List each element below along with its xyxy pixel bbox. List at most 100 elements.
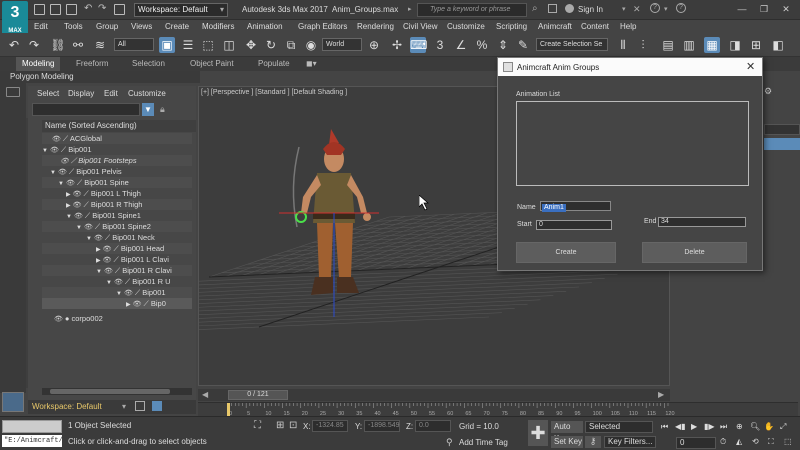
chevron-down-icon[interactable]: ▼	[106, 280, 112, 286]
chevron-right-icon[interactable]: ▶	[96, 247, 101, 253]
lock-icon[interactable]: 🔒︎	[160, 104, 165, 115]
auto-key-button[interactable]: Auto Key	[551, 421, 583, 443]
dialog-titlebar[interactable]: Animcraft Anim Groups ✕	[498, 58, 762, 76]
link-icon[interactable]: ⛓	[50, 37, 66, 53]
create-button[interactable]: Create	[516, 242, 616, 263]
tree-row[interactable]: ▶ 👁︎ ⟋ Bip0	[42, 298, 192, 309]
chevron-right-icon[interactable]: ▶	[96, 258, 101, 264]
chevron-down-icon[interactable]: ▼	[116, 291, 122, 297]
goto-end-icon[interactable]: ⏭	[720, 422, 727, 432]
menu-animation[interactable]: Animation	[247, 22, 283, 31]
time-slider[interactable]: ◀ 0 / 121 ▶	[198, 389, 670, 401]
close-icon[interactable]: ✕	[746, 60, 755, 73]
tab-selection[interactable]: Selection	[132, 59, 165, 68]
rect-selection-icon[interactable]: ⬚	[200, 37, 216, 53]
set-key-button[interactable]: Set Key	[551, 436, 583, 448]
rotate-icon[interactable]: ↻	[263, 37, 279, 53]
eye-icon[interactable]: 👁︎	[84, 224, 93, 231]
viewport-thumbnail[interactable]	[2, 392, 24, 412]
explorer-menu-customize[interactable]: Customize	[128, 89, 166, 98]
eye-icon[interactable]: 👁︎	[73, 202, 82, 209]
delete-button[interactable]: Delete	[642, 242, 747, 263]
maximize-button[interactable]: ❐	[756, 2, 772, 16]
undo-icon[interactable]: ↶	[84, 4, 95, 15]
next-key-icon[interactable]: ▮▶	[704, 422, 715, 431]
time-tag-icon[interactable]: ⚲	[446, 437, 453, 448]
eye-icon[interactable]: 👁︎	[58, 169, 67, 176]
tree-row[interactable]: ▼ 👁︎ ⟋ Bip001 Spine	[42, 177, 192, 188]
tree-row[interactable]: ▼ 👁︎ ⟋ Bip001 Spine1	[42, 210, 192, 221]
toggle-scene-explorer-icon[interactable]: ▤	[660, 37, 676, 53]
zoom-icon[interactable]: 🔍︎	[750, 422, 760, 431]
tree-row[interactable]: ▼ 👁︎ ⟋ Bip001 Spine2	[42, 221, 192, 232]
menu-content[interactable]: Content	[581, 22, 609, 31]
chevron-down-icon[interactable]: ▼	[76, 225, 82, 231]
key-icon[interactable]: ⚷	[585, 436, 601, 448]
open-folder-icon[interactable]	[50, 4, 61, 15]
chevron-down-icon[interactable]: ▾	[664, 5, 668, 13]
help-icon[interactable]: ?	[650, 3, 660, 13]
menu-animcraft[interactable]: Animcraft	[538, 22, 572, 31]
eye-icon[interactable]: 👁︎	[103, 246, 112, 253]
play-icon[interactable]: ▶	[691, 422, 697, 431]
angle-snap-icon[interactable]: ∠	[453, 37, 469, 53]
eye-icon[interactable]: 👁︎	[103, 257, 112, 264]
tree-row[interactable]: ▼ 👁︎ ⟋ Bip001 R U	[42, 276, 192, 287]
menu-rendering[interactable]: Rendering	[357, 22, 394, 31]
workspace-dropdown[interactable]: Workspace: Default ▾	[134, 3, 228, 17]
chevron-down-icon[interactable]: ▼	[42, 148, 48, 154]
chevron-down-icon[interactable]: ▼	[50, 170, 56, 176]
menu-customize[interactable]: Customize	[447, 22, 485, 31]
select-object-icon[interactable]: ▣	[159, 37, 175, 53]
chevron-right-icon[interactable]: ▸	[408, 5, 412, 13]
explorer-menu-display[interactable]: Display	[68, 89, 94, 98]
ribbon-toggle-icon[interactable]: ▦	[704, 37, 720, 53]
menu-edit[interactable]: Edit	[34, 22, 48, 31]
toolbar-toggle-icon[interactable]	[6, 87, 20, 97]
save-icon[interactable]	[66, 4, 77, 15]
tree-row[interactable]: ▼ 👁︎ ⟋ Bip001 Neck	[42, 232, 192, 243]
menu-create[interactable]: Create	[165, 22, 189, 31]
explorer-search-input[interactable]	[32, 103, 140, 116]
animation-list[interactable]	[516, 101, 749, 186]
move-icon[interactable]: ✥	[243, 37, 259, 53]
tree-row[interactable]: 👁︎ ● corpo002	[42, 313, 192, 324]
chevron-down-icon[interactable]: ▼	[58, 181, 64, 187]
tab-modeling[interactable]: Modeling	[16, 57, 61, 71]
layer-explorer-icon[interactable]	[135, 401, 145, 411]
align-icon[interactable]: ⫶	[635, 37, 651, 53]
chevron-right-icon[interactable]: ▶	[66, 203, 71, 209]
bind-space-warp-icon[interactable]: ≋	[92, 37, 108, 53]
toggle-layer-explorer-icon[interactable]: ▥	[681, 37, 697, 53]
curve-editor-icon[interactable]: ◨	[727, 37, 743, 53]
current-frame-field[interactable]: 0	[676, 437, 716, 449]
eye-icon[interactable]: 👁︎	[133, 301, 142, 308]
place-icon[interactable]: ◉	[303, 37, 319, 53]
menu-help[interactable]: Help	[620, 22, 636, 31]
keyboard-shortcut-override-icon[interactable]: ⌨	[410, 37, 427, 53]
eye-icon[interactable]: 👁︎	[94, 235, 103, 242]
chevron-down-icon[interactable]: ▾	[122, 402, 126, 411]
viewport-label[interactable]: [+] [Perspective ] [Standard ] [Default …	[201, 89, 347, 96]
y-coordinate-field[interactable]: -1898.549	[364, 420, 400, 432]
scrollbar-thumb[interactable]	[50, 389, 170, 394]
modifier-stack-selected[interactable]	[764, 138, 800, 150]
isolate-icon[interactable]: ⊞	[276, 420, 284, 431]
horizontal-scrollbar[interactable]	[42, 388, 192, 395]
eye-icon[interactable]: 👁︎	[60, 158, 69, 165]
maxscript-output[interactable]: "E:/Animcraft/	[2, 435, 63, 447]
modifier-list-dropdown[interactable]	[764, 124, 800, 135]
viewport-config-icon[interactable]: ⬚	[784, 437, 792, 446]
end-field[interactable]: 34	[658, 217, 746, 227]
tree-row[interactable]: ▼ 👁︎ ⟋ Bip001 R Clavi	[42, 265, 192, 276]
tree-row[interactable]: ▼ 👁︎ ⟋ Bip001	[42, 144, 192, 155]
menu-graph-editors[interactable]: Graph Editors	[298, 22, 347, 31]
menu-scripting[interactable]: Scripting	[496, 22, 527, 31]
track-bar[interactable]: 0 5 10 15 20 25 30 35 40 45 50 55 60 65 70 75 80 85 90 95 10…	[198, 402, 798, 417]
tree-row[interactable]: 👁︎ ⟋ ACGlobal	[42, 133, 192, 144]
next-frame-icon[interactable]: ▶	[658, 390, 664, 399]
menu-views[interactable]: Views	[131, 22, 152, 31]
eye-icon[interactable]: 👁︎	[124, 290, 133, 297]
character-model[interactable]	[279, 127, 399, 327]
new-file-icon[interactable]	[34, 4, 45, 15]
